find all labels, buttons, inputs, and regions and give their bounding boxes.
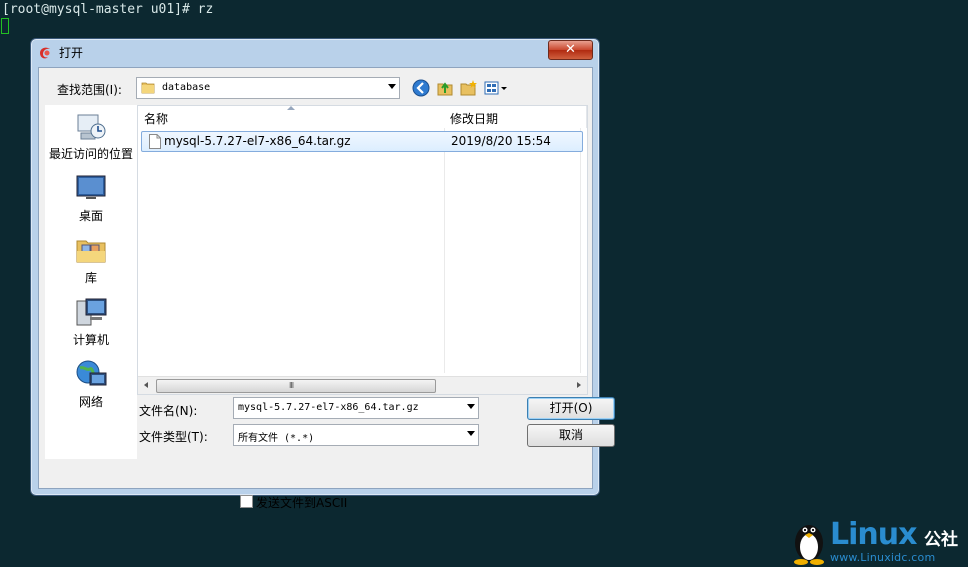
file-modified-date: 2019/8/20 15:54	[451, 134, 551, 148]
file-name: mysql-5.7.27-el7-x86_64.tar.gz	[164, 134, 351, 148]
place-computer[interactable]: 计算机	[45, 295, 137, 353]
dialog-titlebar[interactable]: 打开 ✕	[31, 39, 599, 65]
place-label: 网络	[78, 395, 103, 409]
send-ascii-checkbox[interactable]	[240, 495, 253, 508]
scroll-left-icon[interactable]	[144, 382, 148, 388]
filename-input[interactable]: mysql-5.7.27-el7-x86_64.tar.gz	[233, 397, 479, 419]
file-list[interactable]: 名称 修改日期 mysql-5.7.27-el7-x86_64.tar.gz 2…	[137, 105, 588, 395]
dialog-title: 打开	[59, 46, 84, 60]
new-folder-icon[interactable]	[459, 78, 479, 98]
place-label: 桌面	[78, 209, 103, 223]
up-folder-icon[interactable]	[435, 78, 455, 98]
app-icon	[40, 47, 50, 59]
terminal-prompt: [root@mysql-master u01]# rz	[2, 2, 214, 17]
view-menu-icon[interactable]	[483, 78, 509, 98]
file-row[interactable]: mysql-5.7.27-el7-x86_64.tar.gz 2019/8/20…	[141, 131, 583, 152]
place-recent[interactable]: 最近访问的位置	[45, 109, 137, 167]
tux-penguin-icon	[794, 525, 824, 565]
watermark-brand: Linux	[830, 517, 917, 552]
libraries-icon	[76, 240, 106, 263]
column-divider	[580, 128, 581, 373]
place-desktop[interactable]: 桌面	[45, 171, 137, 229]
chevron-down-icon	[388, 84, 396, 89]
place-libraries[interactable]: 库	[45, 233, 137, 291]
watermark-brand-cn: 公社	[924, 530, 958, 550]
place-label: 计算机	[72, 333, 109, 347]
file-icon	[149, 134, 161, 149]
scrollbar-grip: III	[289, 381, 294, 390]
desktop-icon	[76, 175, 106, 199]
watermark-url: www.Linuxidc.com	[830, 551, 936, 564]
network-icon	[76, 360, 107, 386]
filename-value: mysql-5.7.27-el7-x86_64.tar.gz	[238, 402, 419, 413]
place-label: 库	[84, 271, 97, 285]
terminal-cursor	[1, 18, 9, 34]
filetype-label: 文件类型(T):	[139, 430, 208, 444]
place-label: 最近访问的位置	[48, 147, 133, 161]
filetype-dropdown[interactable]: 所有文件 (*.*)	[233, 424, 479, 446]
column-header-label: 名称	[144, 112, 169, 126]
recent-places-icon	[77, 114, 106, 140]
sort-ascending-icon	[287, 106, 295, 110]
open-button[interactable]: 打开(O)	[527, 397, 615, 420]
dialog-client: 查找范围(I): database 最近访问的位置 桌面 库 计算机 网络 名称…	[38, 67, 615, 510]
column-header-name[interactable]: 名称	[138, 106, 445, 128]
column-divider	[444, 128, 445, 373]
look-in-label: 查找范围(I):	[57, 83, 122, 97]
filetype-value: 所有文件 (*.*)	[238, 433, 315, 444]
column-header-label: 修改日期	[450, 112, 499, 126]
open-file-dialog: 打开 ✕ 查找范围(I): database 最近访问的位置 桌面 库 计算机 …	[30, 38, 615, 510]
scrollbar-thumb[interactable]: III	[156, 379, 436, 393]
back-icon[interactable]	[411, 78, 431, 98]
computer-icon	[76, 298, 107, 326]
look-in-value: database	[162, 82, 211, 93]
scroll-right-icon[interactable]	[577, 382, 581, 388]
cancel-button[interactable]: 取消	[527, 424, 615, 447]
place-network[interactable]: 网络	[45, 357, 137, 415]
filename-label: 文件名(N):	[139, 404, 198, 418]
close-button[interactable]: ✕	[548, 40, 593, 60]
chevron-down-icon	[467, 431, 475, 436]
send-ascii-label: 发送文件到ASCII	[256, 496, 348, 510]
chevron-down-icon[interactable]	[467, 404, 475, 409]
horizontal-scrollbar[interactable]: III	[138, 376, 587, 394]
places-bar: 最近访问的位置 桌面 库 计算机 网络	[45, 105, 137, 459]
look-in-dropdown[interactable]: database	[136, 77, 400, 99]
column-header-modified[interactable]: 修改日期	[444, 106, 587, 128]
folder-icon	[141, 82, 155, 94]
watermark: Linux 公社 www.Linuxidc.com	[790, 515, 968, 567]
